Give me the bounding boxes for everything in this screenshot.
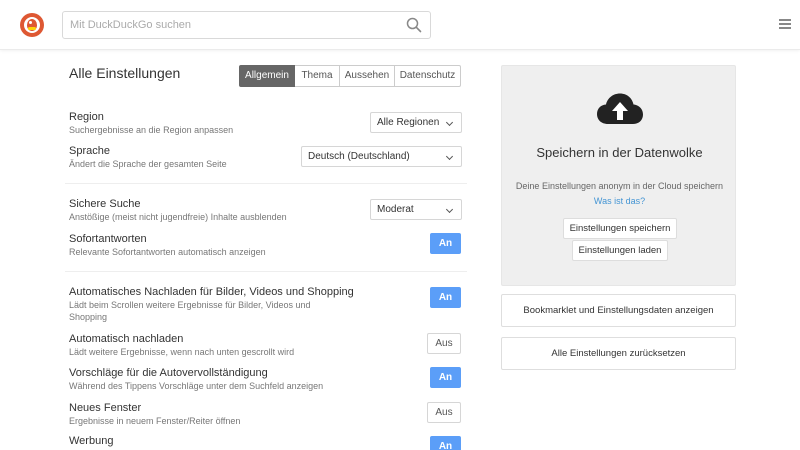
sofortantworten-desc: Relevante Sofortantworten automatisch an… (69, 247, 266, 257)
was-ist-das-link[interactable]: Was ist das? (502, 196, 737, 206)
hamburger-menu-icon[interactable] (779, 19, 791, 29)
region-select-value: Alle Regionen (377, 117, 440, 128)
auto-nachladen-medien-toggle[interactable]: An (430, 287, 461, 308)
chevron-down-icon (445, 118, 454, 127)
einstellungen-speichern-button[interactable]: Einstellungen speichern (563, 218, 677, 239)
sprache-desc: Ändert die Sprache der gesamten Seite (69, 159, 227, 169)
search-icon[interactable] (406, 17, 422, 33)
vorschlaege-desc: Während des Tippens Vorschläge unter dem… (69, 381, 324, 391)
cloud-desc: Deine Einstellungen anonym in der Cloud … (515, 181, 724, 191)
search-box (62, 11, 431, 39)
divider (65, 183, 467, 184)
sofortantworten-label: Sofortantworten (69, 233, 147, 245)
auto-nachladen-medien-desc-line2: Shopping (69, 312, 108, 322)
auto-nachladen-toggle[interactable]: Aus (427, 333, 461, 354)
einstellungen-laden-button[interactable]: Einstellungen laden (572, 240, 668, 261)
sichere-suche-select[interactable]: Moderat (370, 199, 462, 220)
page-title: Alle Einstellungen (69, 65, 181, 81)
tab-thema[interactable]: Thema (295, 65, 340, 87)
tab-datenschutz[interactable]: Datenschutz (395, 65, 461, 87)
sichere-suche-desc: Anstößige (meist nicht jugendfreie) Inha… (69, 212, 287, 222)
sichere-suche-select-value: Moderat (377, 204, 414, 215)
auto-nachladen-desc: Lädt weitere Ergebnisse, wenn nach unten… (69, 347, 295, 357)
cloud-title: Speichern in der Datenwolke (536, 145, 703, 160)
tab-allgemein[interactable]: Allgemein (239, 65, 295, 87)
region-label: Region (69, 111, 104, 123)
sprache-label: Sprache (69, 145, 110, 157)
sprache-select[interactable]: Deutsch (Deutschland) (301, 146, 462, 167)
bookmarklet-button[interactable]: Bookmarklet und Einstellungsdaten anzeig… (501, 294, 736, 327)
vorschlaege-label: Vorschläge für die Autovervollständigung (69, 367, 268, 379)
neues-fenster-desc: Ergebnisse in neuem Fenster/Reiter öffne… (69, 416, 241, 426)
werbung-toggle[interactable]: An (430, 436, 461, 450)
region-desc: Suchergebnisse an die Region anpassen (69, 125, 234, 135)
auto-nachladen-medien-desc-line1: Lädt beim Scrollen weitere Ergebnisse fü… (69, 300, 311, 310)
tab-aussehen[interactable]: Aussehen (340, 65, 395, 87)
settings-tabs: Allgemein Thema Aussehen Datenschutz (239, 65, 461, 87)
cloud-upload-icon (597, 93, 643, 124)
vorschlaege-toggle[interactable]: An (430, 367, 461, 388)
neues-fenster-label: Neues Fenster (69, 402, 142, 414)
auto-nachladen-medien-label: Automatisches Nachladen für Bilder, Vide… (69, 286, 354, 298)
sichere-suche-label: Sichere Suche (69, 198, 141, 210)
reset-settings-button[interactable]: Alle Einstellungen zurücksetzen (501, 337, 736, 370)
duckduckgo-logo-icon[interactable] (20, 13, 44, 37)
cloud-save-panel: Speichern in der Datenwolke Deine Einste… (501, 65, 736, 286)
sprache-select-value: Deutsch (Deutschland) (308, 151, 410, 162)
search-input[interactable] (63, 12, 393, 38)
chevron-down-icon (445, 205, 454, 214)
sofortantworten-toggle[interactable]: An (430, 233, 461, 254)
werbung-label: Werbung (69, 435, 114, 447)
divider (65, 271, 467, 272)
auto-nachladen-label: Automatisch nachladen (69, 333, 184, 345)
region-select[interactable]: Alle Regionen (370, 112, 462, 133)
header (0, 0, 800, 50)
neues-fenster-toggle[interactable]: Aus (427, 402, 461, 423)
chevron-down-icon (445, 152, 454, 161)
